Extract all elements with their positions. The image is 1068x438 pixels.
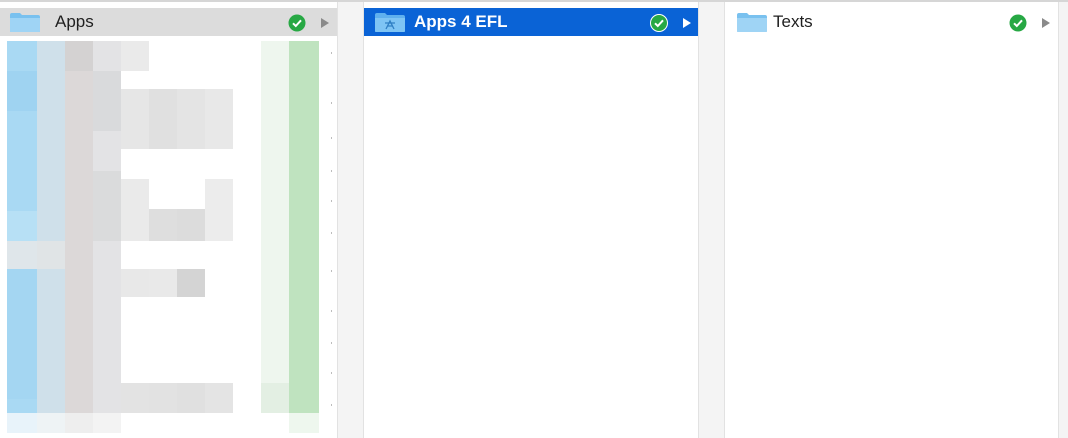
folder-name: Apps 4 EFL — [414, 12, 508, 31]
synced-check-icon — [288, 14, 306, 32]
browser-column-2[interactable]: Apps 4 EFL — [364, 2, 698, 438]
column-resize-handle[interactable] — [1058, 2, 1068, 438]
synced-check-icon — [650, 14, 668, 32]
column-scroll-tick-marks — [331, 52, 332, 406]
chevron-right-icon — [1042, 18, 1050, 28]
folder-icon — [10, 13, 40, 32]
folder-row-apps[interactable]: Apps — [0, 8, 337, 36]
column-resize-handle[interactable] — [337, 2, 364, 438]
folder-row-texts[interactable]: Texts — [725, 8, 1058, 36]
app-folder-icon — [375, 13, 405, 32]
browser-column-1[interactable]: Apps — [0, 2, 337, 438]
folder-name: Apps — [55, 12, 94, 31]
folder-row-apps-4-efl[interactable]: Apps 4 EFL — [364, 8, 698, 36]
chevron-right-icon — [683, 18, 691, 28]
synced-check-icon — [1009, 14, 1027, 32]
chevron-right-icon — [321, 18, 329, 28]
column-resize-handle[interactable] — [698, 2, 725, 438]
folder-name: Texts — [773, 12, 813, 31]
pixelated-redacted-list — [7, 41, 319, 433]
folder-icon — [737, 13, 767, 32]
browser-column-3[interactable]: Texts — [725, 2, 1058, 438]
